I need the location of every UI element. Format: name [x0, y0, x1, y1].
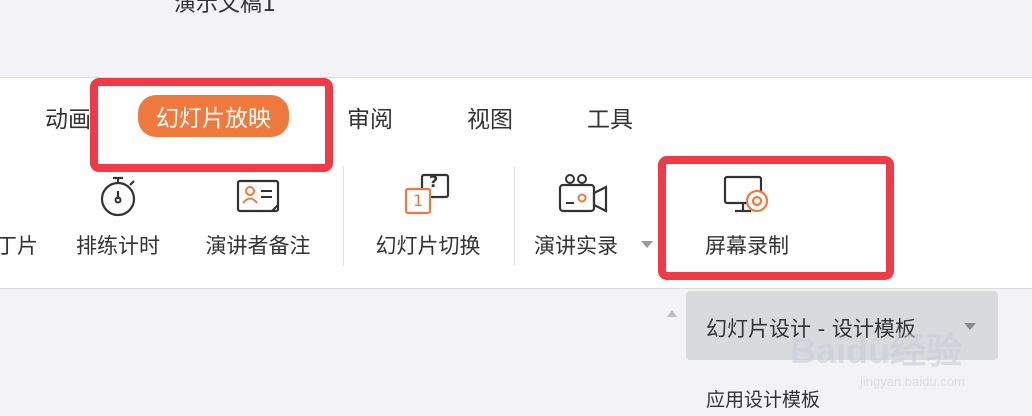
slide-switch-icon: ? 1 — [402, 172, 454, 219]
speech-record-button[interactable]: 演讲实录 — [534, 173, 658, 273]
tab-tools[interactable]: 工具 — [587, 100, 633, 134]
highlight-box-screen-record — [658, 156, 894, 280]
rehearse-timing-label: 排练计时 — [76, 234, 160, 258]
tab-animation[interactable]: 动画 — [45, 100, 91, 134]
switch-icon-num: 1 — [413, 191, 424, 210]
speech-record-label: 演讲实录 — [534, 234, 618, 258]
tab-review[interactable]: 审阅 — [347, 100, 393, 134]
prev-slide-label: 丁片 — [0, 234, 38, 258]
prev-slide-button[interactable]: 丁片 — [0, 173, 52, 273]
separator — [514, 166, 515, 266]
pane-scrollbar[interactable] — [664, 300, 680, 416]
video-camera-icon — [558, 174, 607, 213]
highlight-box-tab — [90, 78, 333, 172]
title-bar: 演示文稿1 — [0, 0, 1032, 77]
stopwatch-icon — [100, 176, 136, 217]
chevron-down-icon[interactable] — [641, 241, 653, 248]
baidu-watermark: Baidu经验 jingyan.baidu.com — [790, 322, 1020, 402]
scroll-up-icon[interactable] — [667, 310, 677, 317]
speaker-notes-icon — [236, 179, 280, 213]
separator — [343, 166, 344, 266]
watermark-url: jingyan.baidu.com — [860, 374, 965, 389]
speaker-notes-label: 演讲者备注 — [205, 234, 311, 258]
document-title: 演示文稿1 — [174, 0, 276, 17]
slide-switch-label: 幻灯片切换 — [375, 234, 481, 258]
switch-icon-q: ? — [429, 172, 439, 191]
slide-switch-button[interactable]: ? 1 幻灯片切换 — [366, 172, 490, 273]
watermark-brand: Baidu经验 — [790, 330, 963, 371]
speaker-notes-button[interactable]: 演讲者备注 — [196, 173, 320, 273]
rehearse-timing-button[interactable]: 排练计时 — [68, 173, 168, 273]
tab-view[interactable]: 视图 — [467, 100, 513, 134]
